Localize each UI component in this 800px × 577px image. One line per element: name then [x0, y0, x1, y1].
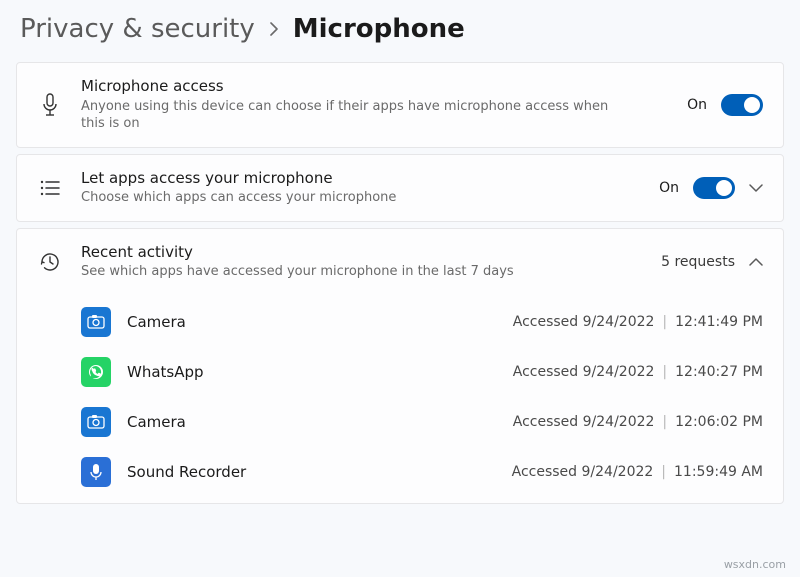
breadcrumb-parent[interactable]: Privacy & security: [20, 14, 255, 44]
setting-microphone-access: Microphone access Anyone using this devi…: [16, 62, 784, 148]
toggle-state-label: On: [687, 97, 707, 113]
setting-subtitle: Choose which apps can access your microp…: [81, 189, 611, 207]
camera-app-icon: [81, 307, 111, 337]
whatsapp-app-icon: [81, 357, 111, 387]
setting-title: Let apps access your microphone: [81, 169, 641, 189]
history-icon: [37, 251, 63, 273]
app-access-time: Accessed 9/24/2022 | 12:40:27 PM: [513, 364, 763, 380]
setting-let-apps-access[interactable]: Let apps access your microphone Choose w…: [16, 154, 784, 222]
breadcrumb: Privacy & security Microphone: [16, 0, 784, 62]
app-name: Camera: [127, 413, 497, 431]
chevron-up-icon[interactable]: [749, 257, 763, 267]
recent-activity-item[interactable]: Sound Recorder Accessed 9/24/2022 | 11:5…: [17, 447, 783, 497]
app-name: Sound Recorder: [127, 463, 496, 481]
let-apps-access-toggle[interactable]: [693, 177, 735, 199]
setting-title: Microphone access: [81, 77, 669, 97]
section-subtitle: See which apps have accessed your microp…: [81, 263, 611, 281]
chevron-down-icon[interactable]: [749, 183, 763, 193]
app-access-time: Accessed 9/24/2022 | 11:59:49 AM: [512, 464, 763, 480]
camera-app-icon: [81, 407, 111, 437]
recent-activity-item[interactable]: Camera Accessed 9/24/2022 | 12:06:02 PM: [17, 397, 783, 447]
microphone-access-toggle[interactable]: [721, 94, 763, 116]
chevron-right-icon: [269, 17, 279, 41]
recent-activity-section: Recent activity See which apps have acce…: [16, 228, 784, 504]
list-settings-icon: [37, 179, 63, 197]
setting-subtitle: Anyone using this device can choose if t…: [81, 98, 611, 133]
sound-recorder-app-icon: [81, 457, 111, 487]
section-title: Recent activity: [81, 243, 643, 263]
breadcrumb-current: Microphone: [293, 14, 465, 44]
recent-activity-item[interactable]: Camera Accessed 9/24/2022 | 12:41:49 PM: [17, 297, 783, 347]
microphone-icon: [37, 93, 63, 117]
recent-activity-item[interactable]: WhatsApp Accessed 9/24/2022 | 12:40:27 P…: [17, 347, 783, 397]
watermark: wsxdn.com: [724, 558, 786, 571]
recent-activity-list: Camera Accessed 9/24/2022 | 12:41:49 PM …: [17, 295, 783, 503]
app-name: WhatsApp: [127, 363, 497, 381]
app-access-time: Accessed 9/24/2022 | 12:41:49 PM: [513, 314, 763, 330]
requests-count: 5 requests: [661, 254, 735, 270]
recent-activity-header[interactable]: Recent activity See which apps have acce…: [17, 229, 783, 295]
app-access-time: Accessed 9/24/2022 | 12:06:02 PM: [513, 414, 763, 430]
toggle-state-label: On: [659, 180, 679, 196]
app-name: Camera: [127, 313, 497, 331]
